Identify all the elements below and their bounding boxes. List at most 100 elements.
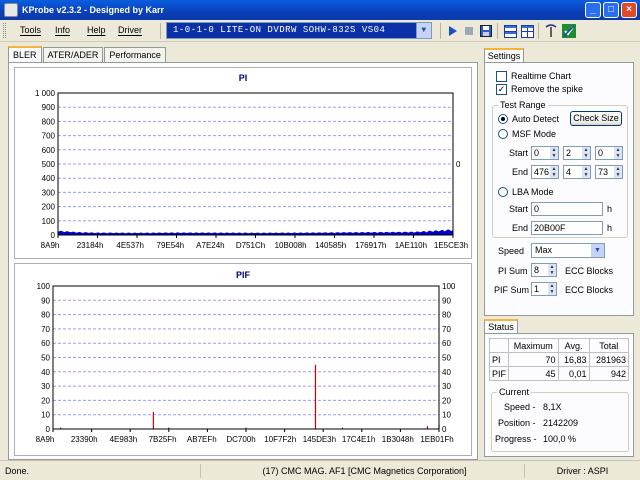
lba-start-field[interactable]: 0 — [531, 202, 603, 216]
current-position-value: 2142209 — [543, 418, 579, 428]
speed-select[interactable]: Max ▼ — [531, 243, 605, 258]
msf-end-sec-value: 4 — [566, 167, 572, 177]
spin-icon[interactable]: ▲ ▼ — [548, 264, 556, 276]
pi-sum-unit: ECC Blocks — [565, 266, 614, 276]
pi-series — [57, 229, 454, 236]
y-tick-label: 40 — [41, 368, 50, 377]
chevron-down-icon[interactable]: ▼ — [591, 244, 604, 257]
y-tick-label-right: 70 — [442, 325, 451, 334]
x-tick-label: 4E537h — [116, 241, 144, 250]
app-icon — [4, 3, 18, 17]
msf-start-sec-field[interactable]: 2 ▲ ▼ — [563, 146, 591, 160]
auto-detect-radio[interactable] — [498, 114, 508, 124]
spin-icon[interactable]: ▲ ▼ — [614, 166, 622, 178]
status-header-avg: Avg. — [557, 338, 590, 353]
check-size-button[interactable]: Check Size — [570, 111, 622, 126]
maximize-button[interactable]: □ — [603, 2, 619, 18]
bler-panel: PI 1 000 900 800 700 600 500 400 300 200 100 0 8A9… — [8, 62, 478, 460]
msf-end-sec-field[interactable]: 4 ▲ ▼ — [563, 165, 591, 179]
pif-total: 942 — [588, 366, 630, 381]
spin-icon[interactable]: ▲ ▼ — [550, 166, 558, 178]
msf-mode-radio[interactable] — [498, 129, 508, 139]
menu-tools[interactable]: Tools — [20, 25, 41, 35]
speed-value: Max — [535, 245, 553, 255]
close-button[interactable]: × — [621, 2, 637, 18]
realtime-chart-checkbox[interactable] — [496, 71, 507, 82]
spin-icon[interactable]: ▲ ▼ — [550, 147, 558, 159]
y-tick-label-right: 20 — [442, 396, 451, 405]
y-tick-label: 1 000 — [35, 89, 56, 98]
lba-end-value: 20B00F — [534, 223, 566, 233]
msf-end-label: End — [512, 167, 529, 177]
msf-end-frame-field[interactable]: 73 ▲ ▼ — [595, 165, 623, 179]
y-tick-label: 600 — [42, 146, 56, 155]
stop-icon[interactable] — [461, 23, 477, 39]
y-tick-label: 0 — [51, 231, 56, 240]
current-title: Current — [497, 387, 532, 397]
msf-start-sec-value: 2 — [566, 148, 572, 158]
y-tick-label: 10 — [41, 411, 50, 420]
y-tick-label-right: 40 — [442, 368, 451, 377]
msf-start-min-value: 0 — [534, 148, 540, 158]
drive-select-value: 1-0-1-0 LITE-ON DVDRW SOHW-832S VS04 — [173, 25, 386, 35]
spin-icon[interactable]: ▲ ▼ — [548, 283, 556, 295]
pif-chart: PIF 100 10090 9080 8070 7060 6050 5040 4030 3020… — [36, 270, 456, 444]
y-tick-label: 100 — [37, 282, 51, 291]
tab-bler[interactable]: BLER — [8, 46, 42, 63]
y-tick-label: 300 — [42, 188, 56, 197]
status-panel: Maximum Avg. Total PI 70 16,83 281963 PI… — [484, 333, 634, 457]
lba-end-unit: h — [607, 223, 613, 233]
test-range-title: Test Range — [498, 100, 548, 110]
current-progress-label: Progress - — [495, 434, 537, 444]
x-tick-label: 176917h — [355, 241, 386, 250]
layout-horizontal-icon[interactable] — [502, 23, 518, 39]
title-bar: KProbe v2.3.2 - Designed by Karr _ □ × — [0, 0, 640, 20]
lba-mode-radio[interactable] — [498, 187, 508, 197]
toolbar-separator — [538, 23, 539, 39]
disc-check-icon[interactable] — [561, 23, 577, 39]
x-tick-label: 8A9h — [41, 241, 60, 250]
drive-select[interactable]: 1-0-1-0 LITE-ON DVDRW SOHW-832S VS04 ▼ — [166, 22, 432, 39]
spin-icon[interactable]: ▲ ▼ — [614, 147, 622, 159]
layout-grid-icon[interactable] — [519, 23, 535, 39]
tab-status[interactable]: Status — [484, 319, 518, 334]
msf-start-frame-field[interactable]: 0 ▲ ▼ — [595, 146, 623, 160]
pif-sum-value: 1 — [534, 284, 540, 294]
play-icon[interactable] — [445, 23, 461, 39]
toolbar-grip[interactable] — [3, 23, 6, 38]
antenna-icon[interactable] — [543, 23, 559, 39]
current-position-label: Position - — [498, 418, 536, 428]
remove-spike-checkbox[interactable]: ✓ — [496, 84, 507, 95]
pi-max: 70 — [508, 352, 559, 367]
spin-icon[interactable]: ▲ ▼ — [582, 166, 590, 178]
y-tick-label-right: 90 — [442, 296, 451, 305]
y-tick-label: 90 — [41, 296, 50, 305]
x-tick-label: 10B008h — [275, 241, 307, 250]
spin-icon[interactable]: ▲ ▼ — [582, 147, 590, 159]
menu-info[interactable]: Info — [55, 25, 70, 35]
pi-total: 281963 — [588, 352, 630, 367]
msf-end-min-field[interactable]: 476 ▲ ▼ — [531, 165, 559, 179]
x-tick-label: 1EB01Fh — [420, 435, 453, 444]
menu-help[interactable]: Help — [87, 25, 106, 35]
chevron-down-icon[interactable]: ▼ — [416, 23, 431, 38]
pif-sum-field[interactable]: 1 ▲ ▼ — [531, 282, 557, 296]
x-tick-label: 140585h — [315, 241, 346, 250]
chart-tabs: BLER ATER/ADER Performance — [8, 46, 167, 63]
tab-performance[interactable]: Performance — [104, 47, 166, 62]
tab-settings[interactable]: Settings — [484, 48, 524, 63]
msf-start-min-field[interactable]: 0 ▲ ▼ — [531, 146, 559, 160]
status-table: Maximum Avg. Total PI 70 16,83 281963 PI… — [488, 338, 630, 381]
status-bar: Done. (17) CMC MAG. AF1 [CMC Magnetics C… — [0, 460, 640, 480]
pi-chart-title: PI — [239, 73, 248, 83]
minimize-button[interactable]: _ — [585, 2, 601, 18]
lba-end-field[interactable]: 20B00F — [531, 221, 603, 235]
save-icon[interactable] — [478, 23, 494, 39]
msf-mode-label: MSF Mode — [512, 129, 557, 139]
pi-sum-field[interactable]: 8 ▲ ▼ — [531, 263, 557, 277]
row-label: PIF — [488, 366, 510, 381]
remove-spike-label: Remove the spike — [511, 84, 584, 94]
tab-ater-ader[interactable]: ATER/ADER — [42, 47, 104, 62]
menu-driver[interactable]: Driver — [118, 25, 142, 35]
pif-sum-unit: ECC Blocks — [565, 285, 614, 295]
